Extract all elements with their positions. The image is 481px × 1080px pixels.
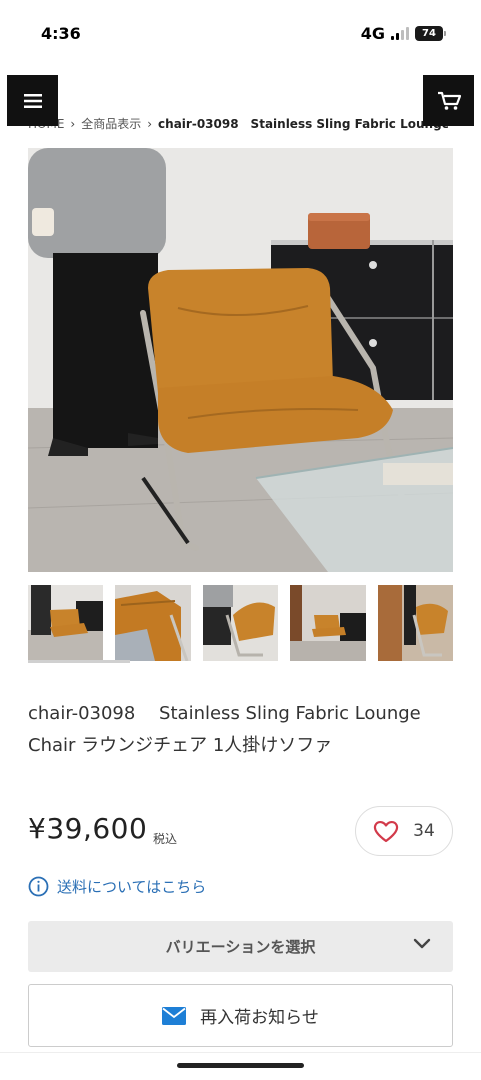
thumbnail-4[interactable]: [290, 585, 366, 661]
variation-select[interactable]: バリエーションを選択: [28, 921, 453, 972]
like-count: 34: [413, 821, 435, 841]
menu-button[interactable]: [7, 75, 58, 126]
main-product-image[interactable]: [28, 148, 453, 572]
signal-icon: [391, 27, 409, 40]
restock-notify-button[interactable]: 再入荷お知らせ: [28, 984, 453, 1047]
chevron-right-icon: ›: [70, 116, 76, 131]
chevron-down-icon: [413, 938, 431, 949]
thumbnail-scroll-indicator: [28, 660, 130, 663]
hamburger-menu-icon: [23, 93, 42, 108]
shipping-info-label: 送料についてはこちら: [57, 878, 207, 896]
cart-button[interactable]: [423, 75, 474, 126]
cart-icon: [437, 91, 461, 110]
status-indicators: 4G 74: [360, 24, 446, 43]
thumbnail-1[interactable]: [28, 585, 104, 661]
network-type: 4G: [360, 24, 385, 43]
thumbnail-5[interactable]: [377, 585, 454, 661]
product-price: ¥39,600: [28, 812, 148, 845]
battery-icon: 74: [415, 26, 446, 41]
status-bar: 4:36 4G 74: [0, 0, 481, 66]
mail-icon: [162, 1006, 187, 1025]
product-title: chair-03098 Stainless Sling Fabric Loung…: [28, 703, 421, 756]
heart-icon: [374, 820, 399, 842]
info-icon: [28, 876, 49, 897]
thumbnail-2[interactable]: [115, 585, 191, 661]
like-button[interactable]: 34: [355, 806, 453, 856]
thumbnail-strip: [28, 585, 454, 663]
home-indicator: [177, 1063, 304, 1068]
breadcrumb-all-products[interactable]: 全商品表示: [81, 115, 141, 132]
footer-divider: [0, 1052, 481, 1053]
variation-select-label: バリエーションを選択: [165, 938, 316, 956]
tax-label: 税込: [153, 832, 178, 846]
breadcrumb-current: chair-03098 Stainless Sling Fabric Loung…: [158, 117, 448, 131]
chevron-right-icon: ›: [147, 116, 153, 131]
battery-level: 74: [422, 28, 436, 39]
breadcrumb: HOME › 全商品表示 › chair-03098 Stainless Sli…: [28, 115, 448, 132]
thumbnail-3[interactable]: [202, 585, 279, 661]
shipping-info-link[interactable]: 送料についてはこちら: [28, 876, 206, 897]
status-time: 4:36: [41, 24, 81, 43]
restock-notify-label: 再入荷お知らせ: [200, 1008, 319, 1028]
